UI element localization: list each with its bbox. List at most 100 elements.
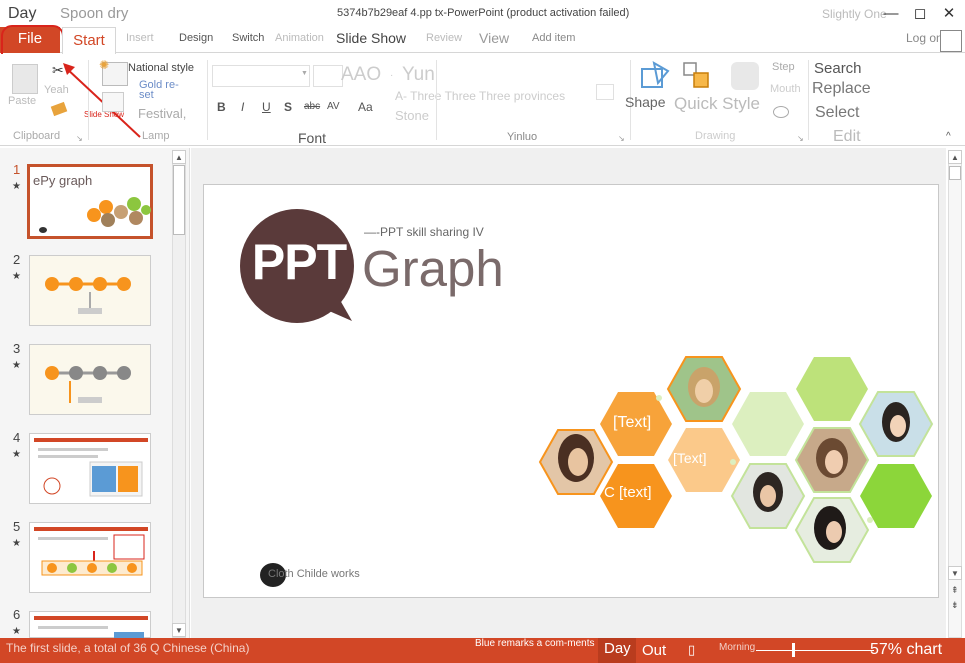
slide-info: The first slide, a total of 36 Q Chinese… (6, 641, 250, 655)
shadow-button[interactable]: S (284, 100, 292, 114)
login-link[interactable]: Log on (906, 31, 943, 45)
scroll-down-icon[interactable]: ▼ (948, 566, 962, 580)
lamp-label: Lamp (142, 130, 170, 142)
dialog-launcher-icon[interactable]: ↘ (797, 134, 804, 143)
slide-thumbnail[interactable]: ePy graph (27, 164, 153, 239)
search-button[interactable]: Search (814, 60, 862, 77)
tab-design[interactable]: Design (179, 32, 213, 44)
drawing-group-label: Drawing (695, 130, 736, 142)
quick-style-icon[interactable] (731, 62, 759, 90)
edit-group-label: Edit (833, 128, 861, 145)
slide-thumbnail[interactable] (29, 522, 151, 593)
bold-button[interactable]: B (217, 100, 226, 114)
slide-subtitle[interactable]: —-PPT skill sharing IV (364, 225, 484, 239)
remarks-button[interactable]: Blue remarks a com-ments (475, 639, 595, 649)
minimize-button[interactable]: — (878, 4, 904, 24)
thumb-caption: ePy graph (33, 173, 93, 188)
scroll-thumb[interactable] (949, 166, 961, 180)
slide-scrollbar[interactable] (948, 150, 962, 638)
window-title: 5374b7b29eaf 4.pp tx-PowerPoint (product… (337, 7, 630, 19)
thumb-diagram (34, 527, 148, 576)
slideshow-view-button[interactable]: Morning (719, 642, 755, 653)
animation-star-icon: ★ (12, 538, 21, 549)
festival-label[interactable]: Festival, (138, 106, 186, 121)
gold-reset[interactable]: Gold re-set (139, 80, 189, 101)
hex-text-2[interactable]: [Text] (673, 450, 706, 466)
three-provinces[interactable]: A- Three Three Three provinces (395, 89, 565, 103)
tab-slideshow[interactable]: Slide Show (336, 30, 406, 46)
font-name-field[interactable] (212, 65, 310, 87)
italic-button[interactable]: I (241, 100, 244, 114)
avatar[interactable] (940, 30, 962, 52)
prev-slide-icon[interactable]: ⇞ (951, 585, 959, 596)
mouth-label[interactable]: Mouth (770, 83, 801, 95)
hex-text-1[interactable]: [Text] (613, 414, 651, 432)
view-day-button[interactable]: Day (604, 640, 631, 657)
zoom-slider[interactable] (756, 650, 874, 651)
tab-additem[interactable]: Add item (532, 32, 575, 44)
effects-icon[interactable] (773, 106, 789, 118)
scroll-up-icon[interactable]: ▲ (948, 150, 962, 164)
dialog-launcher-icon[interactable]: ↘ (618, 134, 625, 143)
underline-button[interactable]: U (262, 100, 271, 114)
animation-star-icon: ★ (12, 449, 21, 460)
quick-access-label-2[interactable]: Spoon dry (60, 5, 128, 22)
tab-insert[interactable]: Insert (126, 32, 154, 44)
author-credit[interactable]: Cloth Childe works (268, 568, 360, 580)
scroll-up-icon[interactable]: ▲ (172, 150, 186, 164)
animation-star-icon: ★ (12, 360, 21, 371)
reading-view-icon[interactable]: ▯ (688, 642, 695, 658)
font-size-field[interactable] (313, 65, 343, 87)
hexagon-photo-cluster[interactable] (536, 355, 936, 565)
slide-thumbnail[interactable] (29, 344, 151, 415)
close-button[interactable]: ✕ (936, 4, 962, 24)
badge-text[interactable]: PPT (244, 233, 354, 291)
thumb-number: 2 (13, 252, 21, 267)
user-name: Slightly One (822, 7, 887, 21)
arrange-icon[interactable] (682, 61, 714, 91)
hex-text-3[interactable]: C [text] (604, 484, 652, 501)
slide-thumbnail[interactable] (29, 433, 151, 504)
shape-label[interactable]: Shape (625, 94, 665, 110)
case-button[interactable]: Aa (358, 100, 373, 114)
zoom-level[interactable]: 57% chart (870, 641, 942, 659)
quick-access-label[interactable]: Day (8, 5, 36, 23)
chevron-down-icon[interactable]: ▼ (301, 70, 308, 77)
next-slide-icon[interactable]: ⇟ (951, 600, 959, 611)
tab-view[interactable]: View (479, 30, 509, 46)
replace-button[interactable]: Replace (812, 80, 871, 98)
restore-button[interactable]: ◻ (907, 4, 933, 24)
slide-thumbnail[interactable] (29, 611, 151, 639)
yun-label[interactable]: Yun (402, 64, 435, 86)
tab-animation[interactable]: Animation (275, 32, 324, 44)
paste-label[interactable]: Paste (8, 95, 36, 107)
thumb-number: 3 (13, 341, 21, 356)
select-button[interactable]: Select (815, 104, 859, 122)
scroll-thumb[interactable] (173, 165, 185, 235)
slide-canvas[interactable]: —-PPT skill sharing IV PPT Graph [Text] … (203, 184, 939, 598)
thumb-number: 4 (13, 430, 21, 445)
slide-thumbnail[interactable] (29, 255, 151, 326)
stone-label[interactable]: Stone (395, 108, 429, 123)
font-grow-label[interactable]: AAO (341, 64, 381, 86)
font-group-label: Font (298, 130, 327, 146)
paragraph-icon[interactable] (596, 84, 614, 100)
tab-switch[interactable]: Switch (232, 32, 264, 44)
spacing-button[interactable]: AV (327, 101, 340, 112)
tab-start[interactable]: Start (62, 27, 116, 54)
layout-icon[interactable] (102, 92, 124, 112)
quick-style-label[interactable]: Quick Style (674, 94, 760, 114)
tab-review[interactable]: Review (426, 32, 462, 44)
view-out-button[interactable]: Out (642, 642, 666, 659)
shape-icon[interactable] (640, 61, 672, 91)
step-label[interactable]: Step (772, 61, 795, 73)
thumb-number: 6 (13, 607, 21, 622)
national-style[interactable]: National style (128, 62, 194, 74)
collapse-ribbon-icon[interactable]: ^ (946, 131, 951, 142)
paste-icon[interactable] (12, 64, 38, 94)
slide-title[interactable]: Graph (362, 239, 504, 298)
strike-button[interactable]: abc (304, 101, 320, 112)
zoom-slider-thumb[interactable] (792, 643, 795, 657)
thumb-number: 5 (13, 519, 21, 534)
scroll-down-icon[interactable]: ▼ (172, 623, 186, 637)
